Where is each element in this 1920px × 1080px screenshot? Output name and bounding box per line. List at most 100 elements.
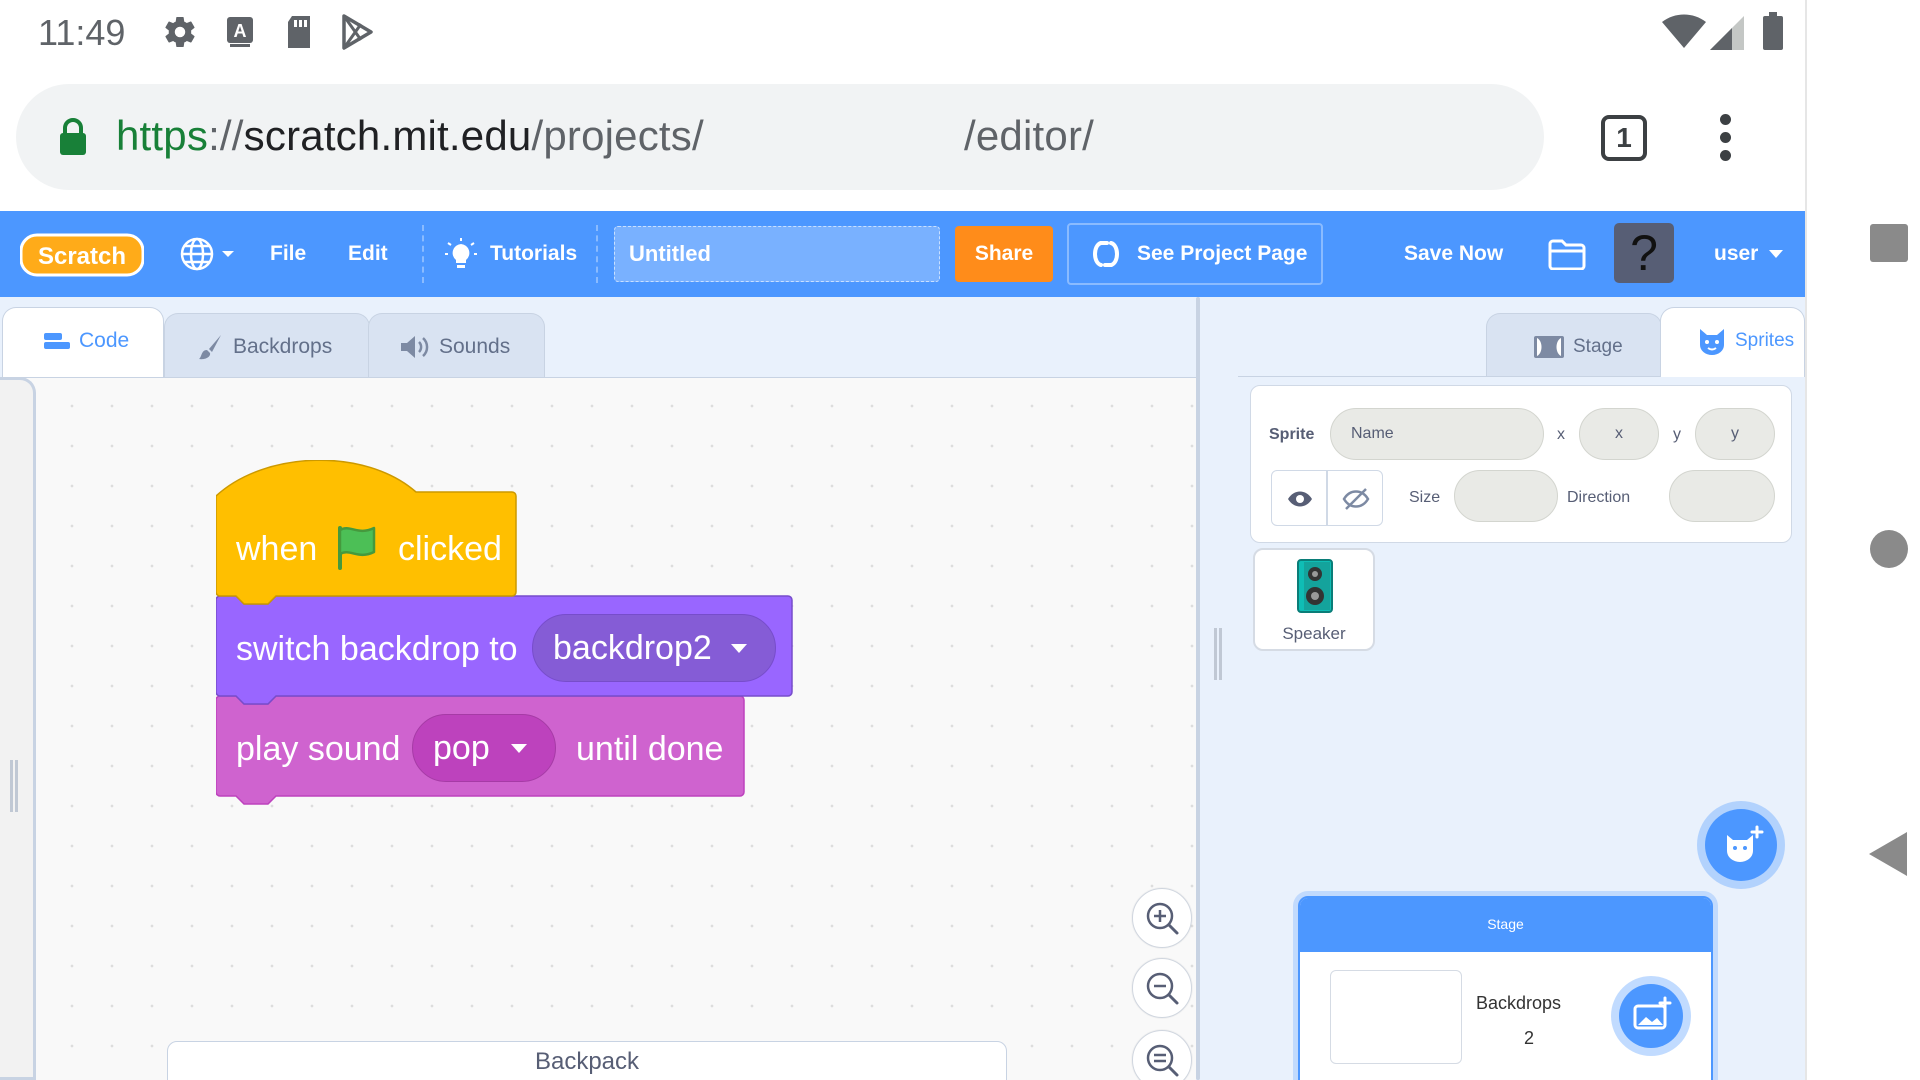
menu-file[interactable]: File xyxy=(270,211,306,297)
tutorials-lightbulb-icon xyxy=(445,238,477,268)
back-icon[interactable] xyxy=(1867,830,1911,878)
sprite-tile-speaker[interactable]: Speaker xyxy=(1253,548,1375,651)
palette-resize-grip-icon[interactable] xyxy=(10,760,18,812)
url-separator: :// xyxy=(208,112,244,159)
language-globe-icon[interactable] xyxy=(180,237,240,271)
tab-code[interactable]: Code xyxy=(2,307,164,377)
panel-resize-grip-icon[interactable] xyxy=(1214,628,1222,680)
scratch-menu-bar: Scratch File Edit Tutorials Untitled Sha… xyxy=(0,211,1805,297)
sprite-name-placeholder: Name xyxy=(1351,425,1394,442)
zoom-in-button[interactable] xyxy=(1132,888,1192,948)
menu-edit[interactable]: Edit xyxy=(348,211,388,297)
tab-sprites-label: Sprites xyxy=(1735,330,1795,351)
a-icon: A xyxy=(227,17,253,47)
status-time: 11:49 xyxy=(38,12,126,53)
tab-backdrops-label: Backdrops xyxy=(233,335,333,358)
help-button[interactable]: ? xyxy=(1614,223,1674,283)
speaker-sprite-thumbnail xyxy=(1297,559,1333,613)
home-icon[interactable] xyxy=(1870,530,1908,568)
see-project-page-icon xyxy=(1093,241,1119,267)
sprite-y-input[interactable]: y xyxy=(1695,408,1775,460)
dropdown-caret-icon xyxy=(511,744,527,753)
device-screen: 11:49 A https://scratch.mit.edu/projects… xyxy=(0,0,1920,1080)
url-text[interactable]: https://scratch.mit.edu/projects/ /editor… xyxy=(116,112,1094,160)
sprite-label: Sprite xyxy=(1269,426,1315,443)
script-stack[interactable]: when clicked switch backdrop to backdrop… xyxy=(216,460,796,820)
tab-sprites[interactable]: Sprites xyxy=(1660,307,1805,377)
until-done-text: until done xyxy=(576,730,724,768)
code-icon xyxy=(44,333,70,350)
recents-icon[interactable] xyxy=(1870,224,1908,262)
backdrops-label: Backdrops xyxy=(1476,993,1562,1013)
backdrop-dropdown[interactable]: backdrop2 xyxy=(532,614,776,682)
url-scheme: https xyxy=(116,112,209,159)
add-sprite-button[interactable] xyxy=(1697,801,1785,889)
switch-backdrop-text: switch backdrop to xyxy=(236,630,518,668)
panel-divider xyxy=(1196,297,1200,1080)
zoom-reset-icon xyxy=(1146,1044,1179,1077)
eye-hidden-icon xyxy=(1342,488,1370,510)
zoom-out-button[interactable] xyxy=(1132,958,1192,1018)
address-bar[interactable]: https://scratch.mit.edu/projects/ /editor… xyxy=(16,84,1544,190)
sound-dropdown[interactable]: pop xyxy=(412,714,556,782)
eye-icon xyxy=(1288,491,1312,507)
add-backdrop-image-icon xyxy=(1633,996,1672,1030)
play-sound-text: play sound xyxy=(236,730,401,768)
see-project-page-label: See Project Page xyxy=(1137,242,1308,265)
browser-menu-icon[interactable] xyxy=(1720,114,1734,162)
sprite-size-input[interactable] xyxy=(1454,470,1558,522)
block-palette-edge[interactable] xyxy=(0,377,36,1080)
lock-icon xyxy=(60,118,86,155)
hat-when-text: when xyxy=(236,530,318,568)
tab-stage[interactable]: Stage xyxy=(1486,313,1662,379)
sprite-y-placeholder: y xyxy=(1731,425,1739,442)
save-now-button[interactable]: Save Now xyxy=(1404,211,1503,297)
green-flag-icon xyxy=(338,526,376,570)
android-nav-bar xyxy=(1805,0,1920,1080)
tab-sounds[interactable]: Sounds xyxy=(368,313,545,379)
sprite-direction-input[interactable] xyxy=(1669,470,1775,522)
signal-icon xyxy=(1710,16,1744,50)
stage-icon xyxy=(1534,335,1564,358)
size-label: Size xyxy=(1409,489,1441,506)
backdrops-count: 2 xyxy=(1524,1028,1535,1048)
paintbrush-icon xyxy=(199,335,221,360)
tab-switcher-button[interactable]: 1 xyxy=(1601,115,1647,161)
see-project-page-button[interactable]: See Project Page xyxy=(1067,223,1323,285)
backpack-header[interactable]: Backpack xyxy=(167,1041,1007,1080)
wifi-icon xyxy=(1662,14,1706,48)
play-store-icon xyxy=(342,14,373,50)
user-menu-caret-icon[interactable] xyxy=(1768,249,1784,261)
svg-text:A: A xyxy=(234,21,247,41)
zoom-reset-button[interactable] xyxy=(1132,1030,1192,1080)
hat-clicked-text: clicked xyxy=(398,530,502,568)
menu-tutorials[interactable]: Tutorials xyxy=(490,211,577,297)
project-title-input[interactable]: Untitled xyxy=(614,226,940,282)
scratch-logo[interactable]: Scratch xyxy=(20,233,144,277)
gear-icon xyxy=(165,17,195,48)
my-stuff-folder-icon[interactable] xyxy=(1548,238,1586,270)
url-host: scratch.mit.edu xyxy=(243,112,532,159)
hide-sprite-button[interactable] xyxy=(1327,470,1383,526)
sprite-cat-icon xyxy=(1700,328,1724,355)
sprite-tile-name: Speaker xyxy=(1282,624,1346,643)
tab-code-label: Code xyxy=(79,329,130,352)
direction-label: Direction xyxy=(1567,489,1631,506)
stage-thumbnail xyxy=(1330,970,1462,1064)
sd-card-icon xyxy=(288,16,310,48)
sprite-x-input[interactable]: x xyxy=(1579,408,1659,460)
sprite-name-input[interactable]: Name xyxy=(1330,408,1544,460)
add-backdrop-button[interactable] xyxy=(1611,976,1691,1056)
menu-divider xyxy=(596,225,598,283)
tab-backdrops[interactable]: Backdrops xyxy=(164,313,370,379)
sprite-x-placeholder: x xyxy=(1615,425,1623,442)
share-button[interactable]: Share xyxy=(955,226,1053,282)
stage-card-header: Stage xyxy=(1300,898,1711,952)
logo-text: Scratch xyxy=(38,243,126,270)
tab-sounds-label: Sounds xyxy=(439,335,511,358)
user-menu[interactable]: user xyxy=(1714,211,1758,297)
battery-icon xyxy=(1763,12,1783,50)
show-sprite-button[interactable] xyxy=(1271,470,1327,526)
url-path: /projects/ xyxy=(531,112,704,159)
zoom-out-icon xyxy=(1146,972,1179,1005)
